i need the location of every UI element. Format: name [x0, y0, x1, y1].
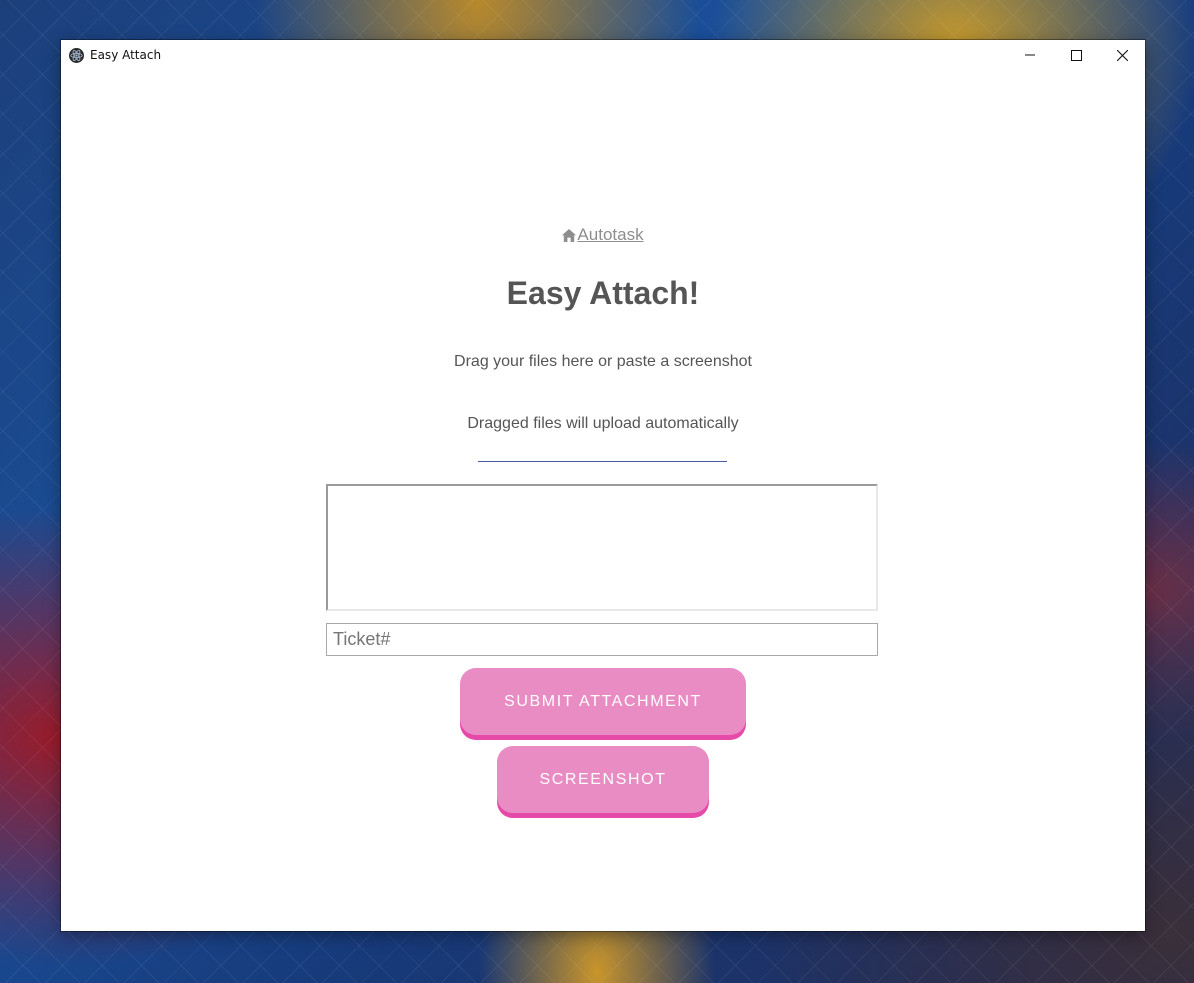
divider-line: [478, 461, 727, 462]
window-controls: [1007, 40, 1145, 70]
ticket-number-input[interactable]: [326, 623, 878, 656]
close-button[interactable]: [1099, 40, 1145, 70]
electron-atom-icon: [69, 47, 84, 63]
maximize-icon: [1070, 49, 1082, 61]
description-textarea[interactable]: [326, 484, 878, 611]
screenshot-button[interactable]: SCREENSHOT: [497, 746, 709, 813]
home-icon: [562, 229, 577, 242]
upload-note: Dragged files will upload automatically: [467, 415, 739, 432]
home-link-row: Autotask: [61, 225, 1145, 245]
app-window: Easy Attach Autotask Easy Attach! Drag y…: [61, 40, 1145, 931]
page-title: Easy Attach!: [506, 275, 700, 311]
drag-instruction: Drag your files here or paste a screensh…: [454, 353, 752, 370]
maximize-button[interactable]: [1053, 40, 1099, 70]
minimize-icon: [1025, 54, 1035, 56]
autotask-link[interactable]: Autotask: [577, 225, 643, 244]
close-icon: [1116, 49, 1128, 61]
submit-attachment-button[interactable]: SUBMIT ATTACHMENT: [460, 668, 746, 735]
minimize-button[interactable]: [1007, 40, 1053, 70]
app-content: Autotask Easy Attach! Drag your files he…: [61, 70, 1145, 931]
title-bar[interactable]: Easy Attach: [61, 40, 1145, 70]
window-title: Easy Attach: [90, 48, 162, 62]
